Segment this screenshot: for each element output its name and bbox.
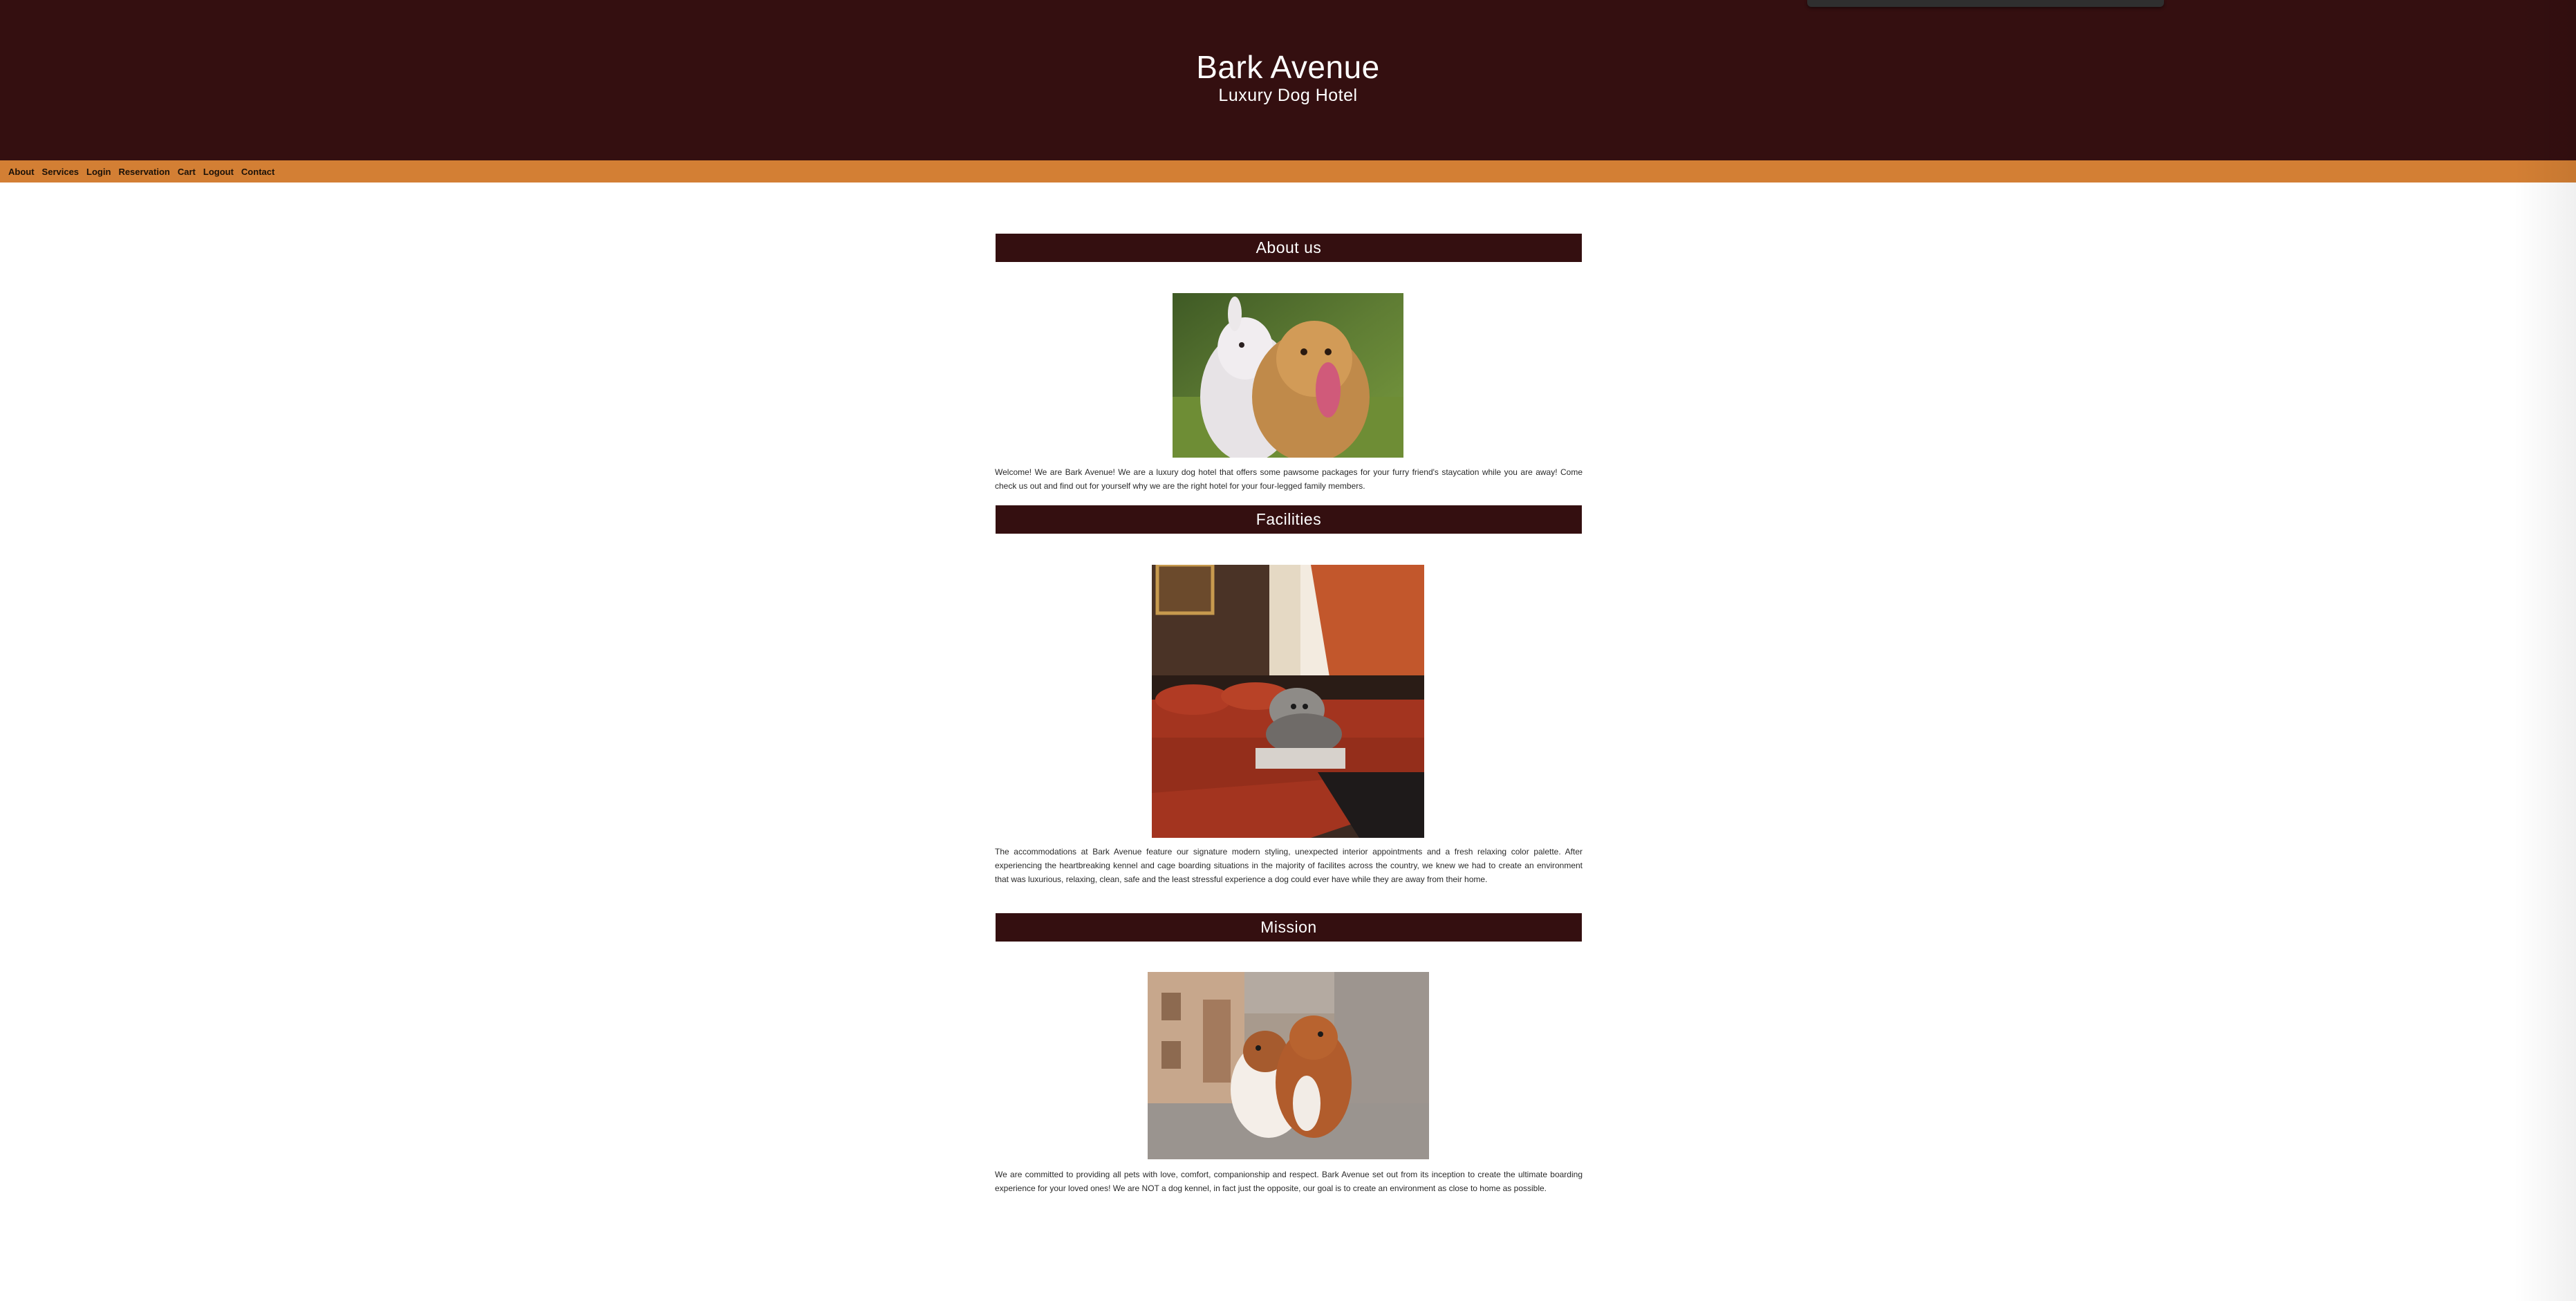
section-heading-facilities: Facilities bbox=[996, 505, 1582, 534]
scroll-edge-shadow bbox=[2514, 0, 2576, 1301]
nav-link-login[interactable]: Login bbox=[86, 167, 111, 177]
nav-link-logout[interactable]: Logout bbox=[203, 167, 234, 177]
about-text: Welcome! We are Bark Avenue! We are a lu… bbox=[995, 467, 1583, 491]
section-heading-about: About us bbox=[996, 234, 1582, 262]
site-title: Bark Avenue bbox=[1196, 49, 1380, 85]
facilities-photo bbox=[1152, 565, 1424, 838]
nav-link-reservation[interactable]: Reservation bbox=[118, 167, 169, 177]
nav-link-about[interactable]: About bbox=[8, 167, 35, 177]
mission-text: We are committed to providing all pets w… bbox=[995, 1170, 1583, 1193]
dog-on-hotel-bed-image bbox=[1152, 565, 1424, 838]
about-photo bbox=[1173, 293, 1403, 458]
two-dogs-playing-image bbox=[1173, 293, 1403, 458]
section-heading-mission: Mission bbox=[996, 913, 1582, 942]
mission-photo bbox=[1148, 972, 1429, 1159]
floating-toolbar[interactable] bbox=[1807, 0, 2164, 7]
nav-link-services[interactable]: Services bbox=[42, 167, 80, 177]
site-subtitle: Luxury Dog Hotel bbox=[1218, 86, 1358, 105]
facilities-text: The accommodations at Bark Avenue featur… bbox=[995, 847, 1583, 884]
site-header: Bark Avenue Luxury Dog Hotel bbox=[0, 0, 2576, 160]
two-dogs-hugging-street-image bbox=[1148, 972, 1429, 1159]
page: Bark Avenue Luxury Dog Hotel About Servi… bbox=[0, 0, 2576, 1301]
main-nav: About Services Login Reservation Cart Lo… bbox=[0, 160, 2576, 182]
nav-link-contact[interactable]: Contact bbox=[241, 167, 274, 177]
nav-link-cart[interactable]: Cart bbox=[178, 167, 196, 177]
